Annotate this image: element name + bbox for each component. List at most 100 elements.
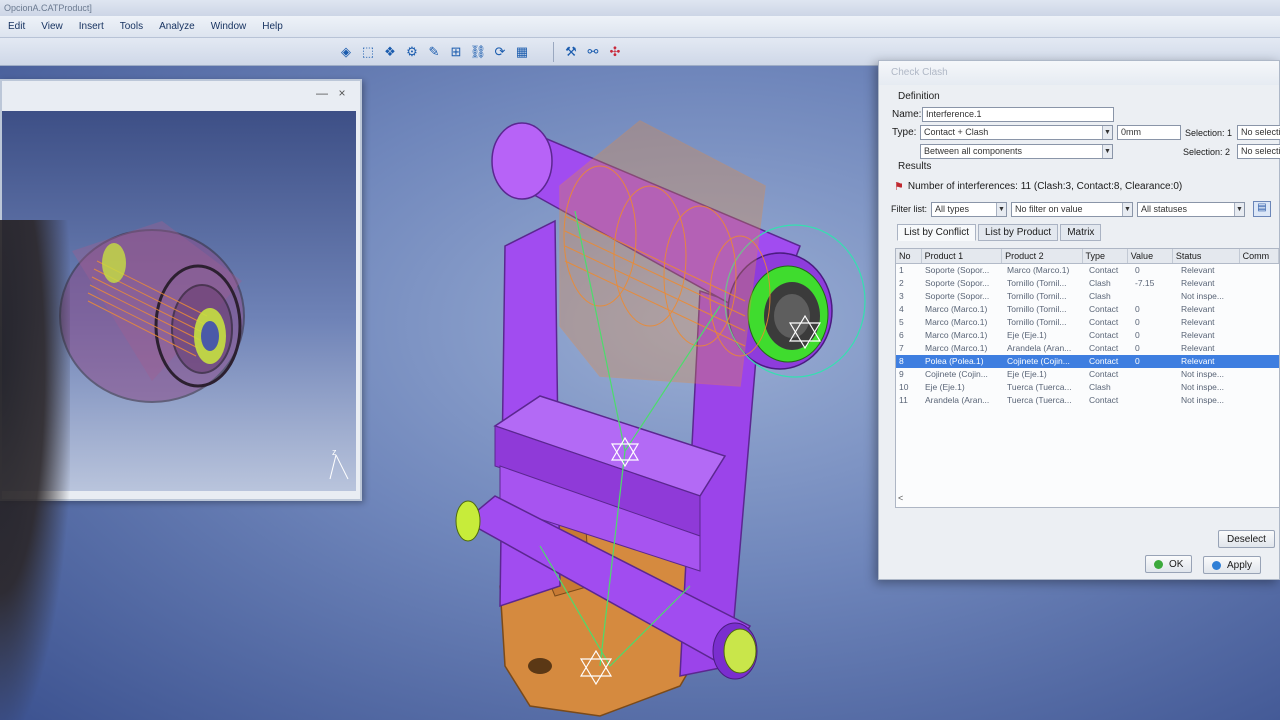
selection1-field[interactable]: No selecti (1237, 125, 1280, 140)
cell-product2: Tuerca (Tuerca... (1007, 382, 1072, 392)
refresh-icon[interactable]: ⟳ (491, 43, 509, 61)
apply-icon (1212, 560, 1221, 570)
menu-tools[interactable]: Tools (120, 21, 143, 32)
cell-product2: Tornillo (Tornil... (1007, 304, 1067, 314)
filter-type-value: All types (935, 203, 970, 214)
name-field[interactable]: Interference.1 (922, 107, 1114, 122)
clash-icon[interactable]: ⚒ (562, 43, 580, 61)
app-title: OpcionA.CATProduct] (0, 0, 1280, 16)
interference-icon: ⚑ (894, 181, 904, 193)
chevron-down-icon: ▼ (1234, 202, 1244, 216)
filter-value-select[interactable]: No filter on value ▼ (1011, 201, 1133, 217)
table-row[interactable]: 10 Eje (Eje.1) Tuerca (Tuerca... Clash Not i… (896, 381, 1279, 394)
cell-type: Clash (1089, 382, 1111, 392)
chevron-down-icon: ▼ (1102, 126, 1112, 139)
apply-button[interactable]: Apply (1203, 556, 1262, 574)
ok-button[interactable]: OK (1145, 555, 1193, 573)
table-row[interactable]: 4 Marco (Marco.1) Tornillo (Tornil... Conta… (896, 303, 1279, 316)
column-header-product2[interactable]: Product 2 (1002, 249, 1083, 263)
ok-label: OK (1169, 558, 1184, 570)
column-header-no[interactable]: No (896, 249, 922, 263)
tab-matrix[interactable]: Matrix (1060, 224, 1102, 241)
cell-type: Contact (1089, 369, 1119, 379)
filter-status-select[interactable]: All statuses ▼ (1137, 201, 1245, 217)
cell-status: Relevant (1181, 265, 1215, 275)
type-label: Type: (892, 127, 917, 138)
assembly-icon[interactable]: ❖ (381, 43, 399, 61)
name-label: Name: (892, 109, 922, 120)
menu-analyze[interactable]: Analyze (159, 21, 195, 32)
export-icon[interactable]: ▤ (1253, 201, 1271, 217)
scope-select[interactable]: Between all components ▼ (920, 144, 1113, 159)
table-row[interactable]: 8 Polea (Polea.1) Cojinete (Cojin... Contac… (896, 355, 1279, 368)
tab-list-by-conflict[interactable]: List by Conflict (897, 224, 977, 241)
gear-icon[interactable]: ⚙ (403, 43, 421, 61)
cell-status: Not inspe... (1181, 291, 1224, 301)
menu-view[interactable]: View (41, 21, 63, 32)
dialog-title: Check Clash (879, 61, 1279, 85)
cell-product1: Arandela (Aran... (925, 395, 990, 405)
cell-no: 4 (899, 304, 904, 314)
chevron-down-icon: ▼ (1102, 145, 1112, 158)
constraint-icon[interactable]: ⛓ (469, 43, 487, 61)
chevron-down-icon: ▼ (1122, 202, 1132, 216)
table-row[interactable]: 3 Soporte (Sopor... Tornillo (Tornil... Cla… (896, 290, 1279, 303)
table-row[interactable]: 7 Marco (Marco.1) Arandela (Aran... Contact… (896, 342, 1279, 355)
selection1-label: Selection: 1 (1185, 127, 1233, 138)
column-header-product1[interactable]: Product 1 (922, 249, 1003, 263)
table-row[interactable]: 5 Marco (Marco.1) Tornillo (Tornil... Conta… (896, 316, 1279, 329)
compass-icon[interactable]: ✣ (606, 43, 624, 61)
cell-value: 0 (1135, 317, 1140, 327)
column-header-value[interactable]: Value (1128, 249, 1173, 263)
shape-icon[interactable]: ◈ (337, 43, 355, 61)
menu-edit[interactable]: Edit (8, 21, 25, 32)
type-select-value: Contact + Clash (924, 127, 989, 137)
results-group-label: Results (898, 161, 932, 172)
cell-product1: Marco (Marco.1) (925, 343, 988, 353)
column-header-comment[interactable]: Comm (1240, 249, 1279, 263)
cell-status: Not inspe... (1181, 395, 1224, 405)
cube-icon[interactable]: ⬚ (359, 43, 377, 61)
section-icon[interactable]: ⚯ (584, 43, 602, 61)
cell-product2: Tornillo (Tornil... (1007, 291, 1067, 301)
mesh-icon[interactable]: ▦ (513, 43, 531, 61)
column-header-status[interactable]: Status (1173, 249, 1240, 263)
menu-window[interactable]: Window (211, 21, 247, 32)
table-row[interactable]: 11 Arandela (Aran... Tuerca (Tuerca... Cont… (896, 394, 1279, 407)
filter-value-value: No filter on value (1015, 203, 1083, 214)
cell-status: Relevant (1181, 304, 1215, 314)
cell-type: Contact (1089, 265, 1119, 275)
menu-insert[interactable]: Insert (79, 21, 104, 32)
cell-product2: Tornillo (Tornil... (1007, 278, 1067, 288)
cell-type: Contact (1089, 395, 1119, 405)
menu-bar: Edit View Insert Tools Analyze Window He… (0, 16, 1280, 38)
chevron-down-icon: ▼ (996, 202, 1006, 216)
interference-summary: Number of interferences: 11 (Clash:3, Co… (907, 181, 1183, 192)
deselect-button[interactable]: Deselect (1218, 530, 1275, 548)
type-select[interactable]: Contact + Clash ▼ (920, 125, 1113, 140)
selection2-field[interactable]: No selecti (1237, 144, 1280, 159)
table-row[interactable]: 2 Soporte (Sopor... Tornillo (Tornil... Cla… (896, 277, 1279, 290)
pencil-icon[interactable]: ✎ (425, 43, 443, 61)
cell-no: 7 (899, 343, 904, 353)
clearance-field[interactable]: 0mm (1117, 125, 1181, 140)
cell-type: Clash (1089, 291, 1111, 301)
scroll-left-arrow[interactable]: < (898, 493, 903, 503)
interference-table[interactable]: No Product 1 Product 2 Type Value Status… (895, 248, 1280, 508)
menu-help[interactable]: Help (262, 21, 283, 32)
measure-icon[interactable]: ⊞ (447, 43, 465, 61)
table-row[interactable]: 9 Cojinete (Cojin... Eje (Eje.1) Contact Not… (896, 368, 1279, 381)
column-header-type[interactable]: Type (1083, 249, 1128, 263)
cell-product1: Marco (Marco.1) (925, 330, 988, 340)
main-3d-viewport[interactable] (0, 66, 880, 720)
selection2-label: Selection: 2 (1183, 146, 1231, 157)
cell-status: Relevant (1181, 356, 1215, 366)
filter-type-select[interactable]: All types ▼ (931, 201, 1007, 217)
tab-list-by-product[interactable]: List by Product (978, 224, 1059, 241)
cell-status: Relevant (1181, 330, 1215, 340)
cell-no: 10 (899, 382, 909, 392)
table-row[interactable]: 6 Marco (Marco.1) Eje (Eje.1) Contact 0 Relev… (896, 329, 1279, 342)
cell-product2: Tuerca (Tuerca... (1007, 395, 1072, 405)
table-row[interactable]: 1 Soporte (Sopor... Marco (Marco.1) Contact… (896, 264, 1279, 277)
cell-type: Contact (1089, 343, 1119, 353)
